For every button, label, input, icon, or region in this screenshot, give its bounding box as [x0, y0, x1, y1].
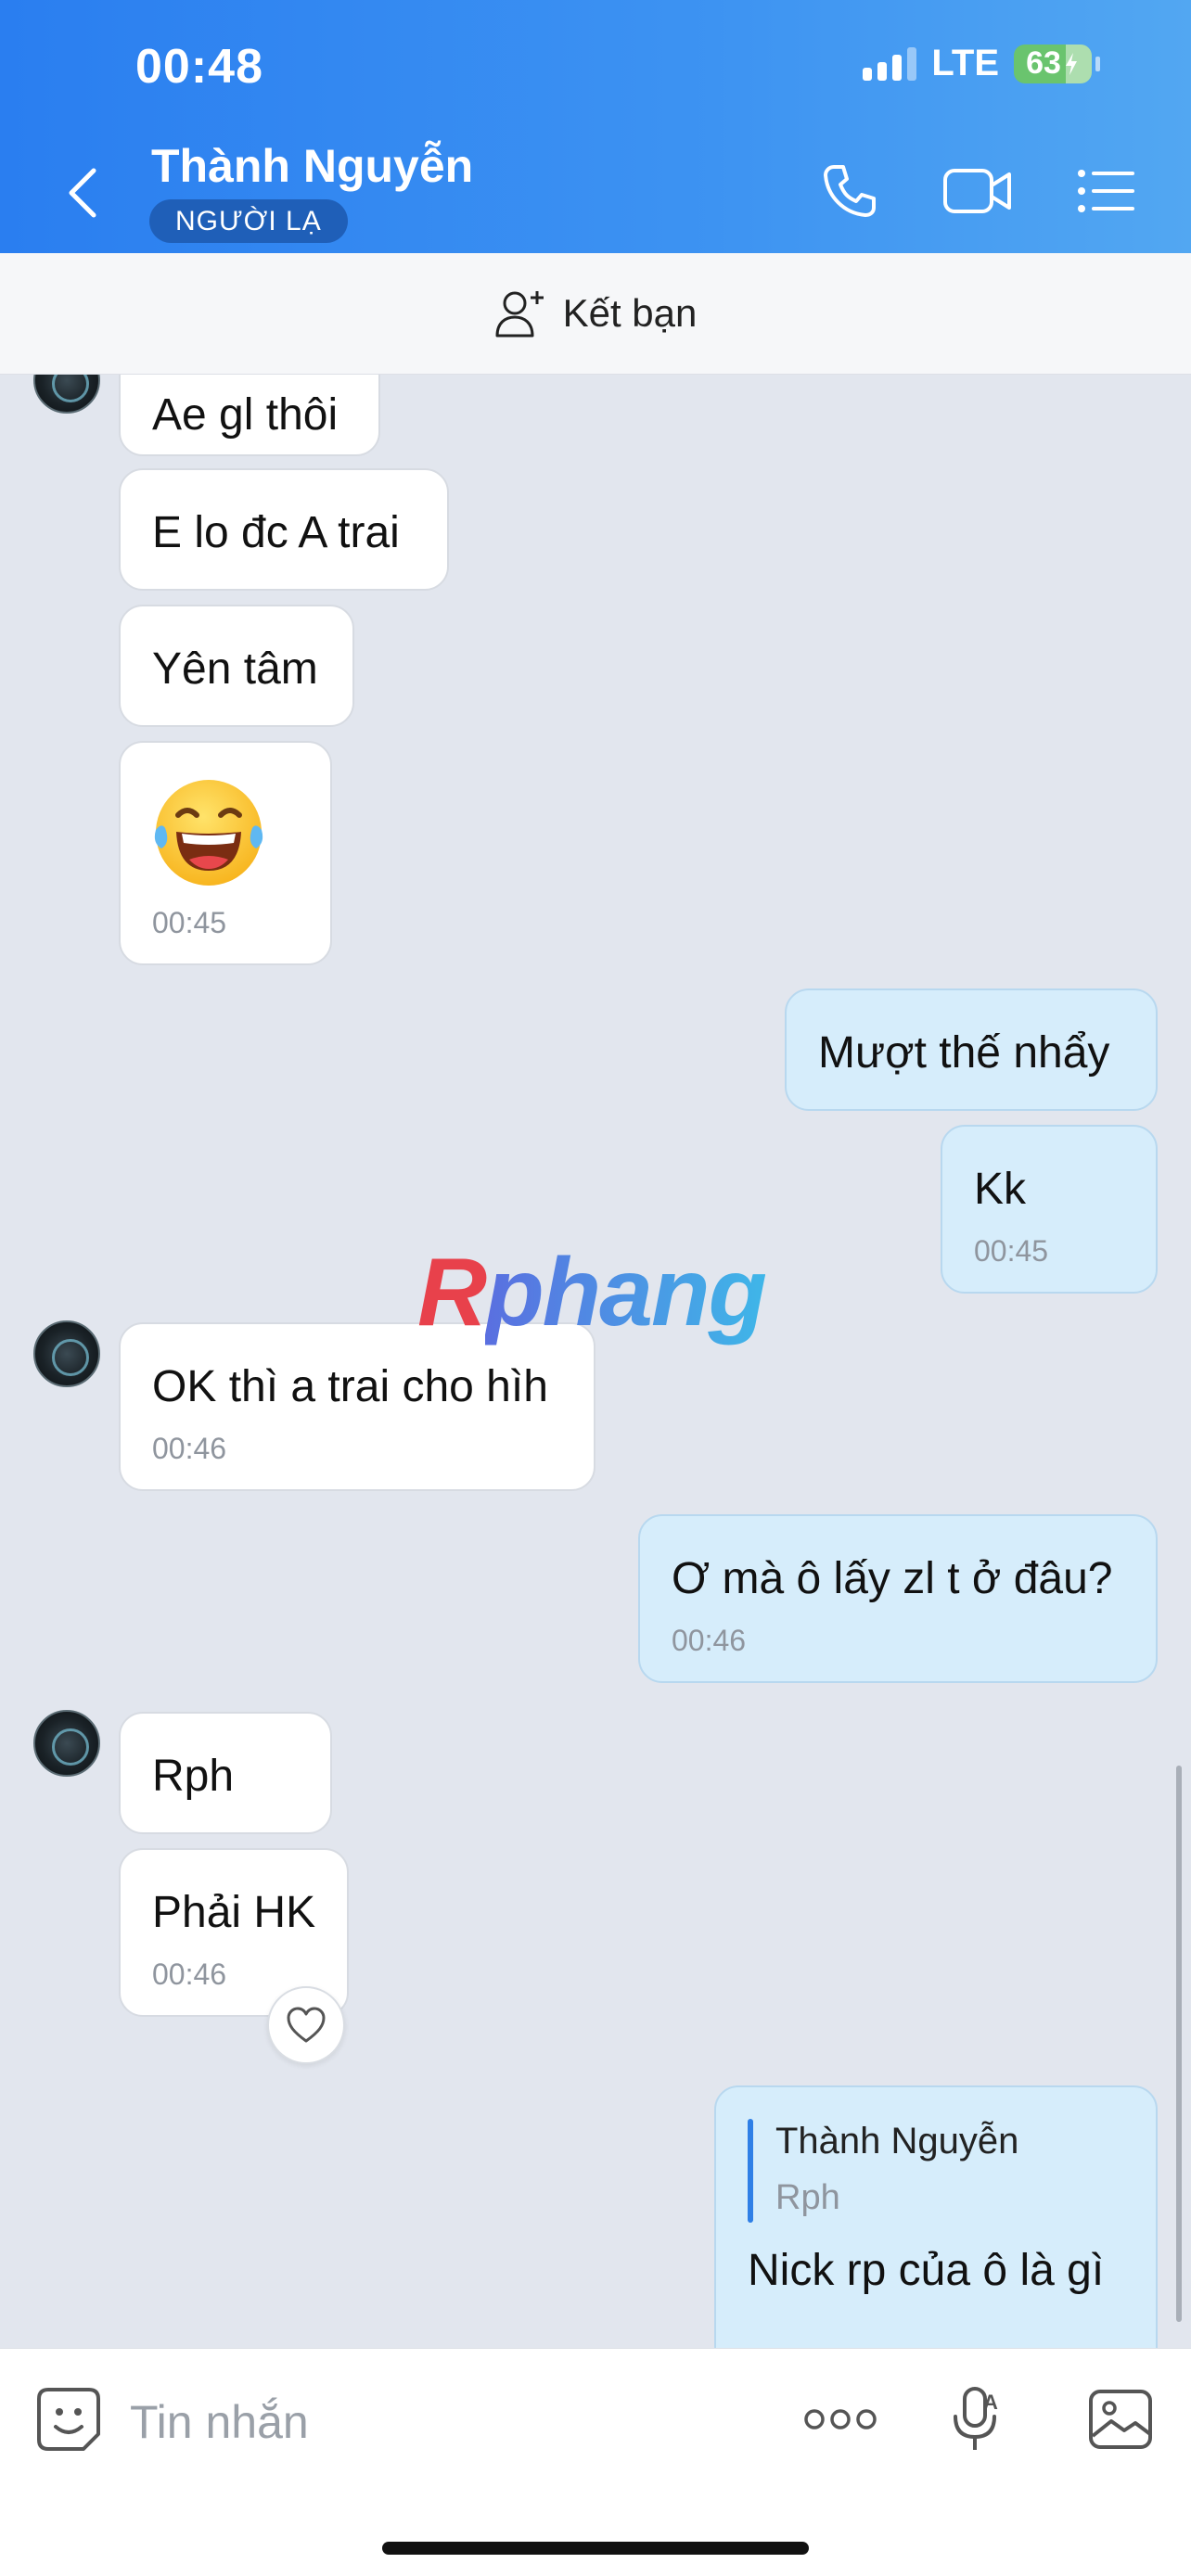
microphone-icon: A — [954, 2387, 998, 2450]
heart-icon — [287, 2007, 326, 2043]
battery-level: 63 — [1026, 45, 1061, 81]
message-text: Mượt thế nhẩy — [818, 1028, 1110, 1078]
message-time: 00:46 — [152, 1432, 227, 1465]
add-friend-bar[interactable]: Kết bạn — [0, 253, 1191, 375]
message-bubble-outgoing[interactable]: Ơ mà ô lấy zl t ở đâu? 00:46 — [638, 1514, 1158, 1683]
message-input[interactable]: Tin nhắn — [130, 2395, 309, 2449]
message-bubble-incoming[interactable]: Yên tâm — [119, 605, 354, 727]
cellular-signal-icon — [863, 46, 917, 81]
message-text: Rph — [152, 1752, 235, 1801]
battery-icon: 63 — [1014, 44, 1092, 83]
chat-options-button[interactable] — [1071, 156, 1142, 226]
message-text: Kk — [974, 1165, 1027, 1214]
video-camera-icon — [943, 169, 1011, 213]
voice-call-button[interactable] — [814, 156, 885, 226]
react-button[interactable] — [267, 1986, 345, 2064]
message-text: Nick rp của ô là gì — [748, 2246, 1105, 2295]
status-time: 00:48 — [135, 40, 263, 94]
photo-button[interactable] — [1083, 2382, 1158, 2456]
image-gallery-icon — [1089, 2390, 1152, 2449]
message-bubble-incoming[interactable]: Ae gl thôi — [119, 375, 380, 456]
message-text: E lo đc A trai — [152, 508, 400, 557]
laughing-tears-emoji-icon — [150, 774, 267, 899]
status-indicators: LTE 63 — [863, 43, 1100, 84]
message-text: Yên tâm — [152, 644, 318, 694]
message-bubble-incoming[interactable]: E lo đc A trai — [119, 468, 449, 591]
home-indicator[interactable] — [382, 2542, 809, 2555]
message-bubble-incoming[interactable]: 00:45 — [119, 741, 332, 965]
chevron-left-icon — [69, 168, 96, 218]
scrollbar[interactable] — [1176, 1766, 1182, 2322]
message-text: Ae gl thôi — [152, 390, 339, 440]
list-menu-icon — [1078, 170, 1134, 212]
message-input-bar: Tin nhắn A — [0, 2348, 1191, 2576]
message-time: 00:45 — [152, 906, 227, 939]
message-text: Ơ mà ô lấy zl t ở đâu? — [672, 1554, 1113, 1603]
contact-avatar[interactable] — [33, 1710, 100, 1777]
sticker-button[interactable] — [32, 2382, 106, 2456]
contact-avatar[interactable] — [33, 375, 100, 414]
video-call-button[interactable] — [942, 156, 1013, 226]
message-list[interactable]: Ae gl thôi E lo đc A trai Yên tâm 00:45 … — [0, 375, 1191, 2348]
contact-avatar[interactable] — [33, 1320, 100, 1387]
svg-text:A: A — [983, 2391, 998, 2414]
reply-quote-text[interactable]: Rph — [775, 2180, 840, 2215]
contact-name[interactable]: Thành Nguyễn — [151, 139, 473, 193]
message-bubble-outgoing-reply[interactable]: Thành Nguyễn Rph Nick rp của ô là gì — [714, 2085, 1158, 2348]
smiley-sticker-icon — [37, 2388, 100, 2451]
message-bubble-outgoing[interactable]: Mượt thế nhẩy — [785, 988, 1158, 1111]
message-text: OK thì a trai cho hìh — [152, 1362, 548, 1411]
message-bubble-incoming[interactable]: Rph — [119, 1712, 332, 1834]
message-bubble-outgoing[interactable]: Kk 00:45 — [941, 1125, 1158, 1294]
add-friend-label: Kết bạn — [562, 291, 698, 335]
message-time: 00:46 — [672, 1624, 747, 1657]
message-time: 00:45 — [974, 1234, 1049, 1268]
chat-header: 00:48 LTE 63 Thành Nguyễn NGƯỜI LẠ — [0, 0, 1191, 253]
voice-message-button[interactable]: A — [939, 2382, 1013, 2456]
reply-quote-name[interactable]: Thành Nguyễn — [775, 2123, 1018, 2160]
stranger-badge: NGƯỜI LẠ — [149, 199, 348, 243]
back-button[interactable] — [54, 156, 109, 230]
watermark-logo: Rphang — [417, 1239, 767, 1346]
message-time: 00:46 — [152, 1958, 227, 1991]
more-dots-icon — [804, 2409, 877, 2429]
phone-icon — [824, 165, 876, 217]
reply-quote-bar — [748, 2119, 753, 2223]
message-text: Phải HK — [152, 1888, 316, 1937]
more-options-button[interactable] — [803, 2382, 877, 2456]
add-friend-icon — [495, 291, 544, 338]
network-type: LTE — [931, 43, 999, 83]
